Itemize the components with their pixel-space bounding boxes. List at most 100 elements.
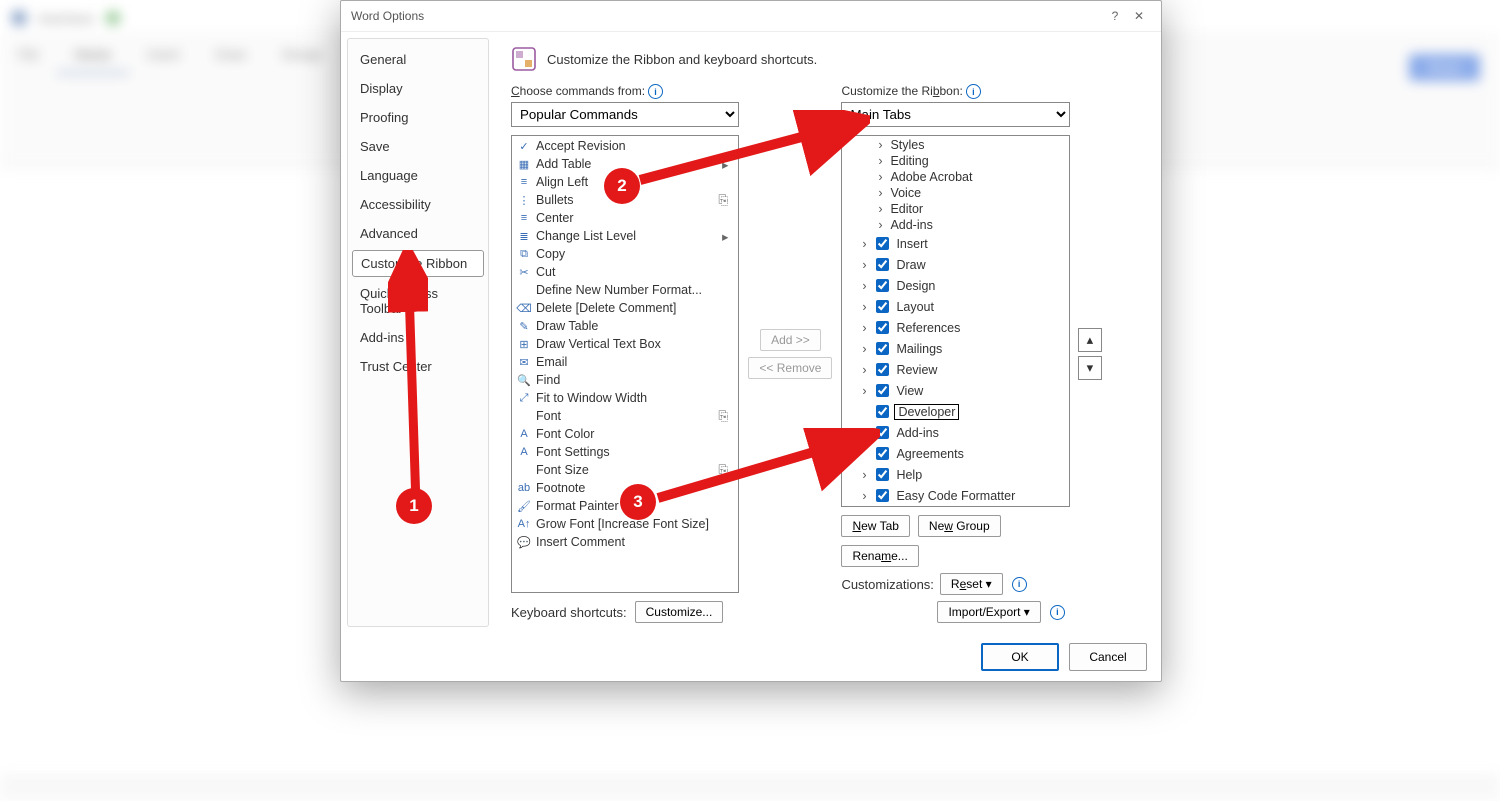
nav-item[interactable]: Language [348,161,488,190]
cancel-button[interactable]: Cancel [1069,643,1147,671]
ribbon-tab-item[interactable]: ›Design [842,275,1068,296]
ribbon-tab-item[interactable]: ›Easy Code Formatter [842,485,1068,506]
expand-icon[interactable]: › [858,342,870,356]
command-item[interactable]: ✉Email [512,353,738,371]
tab-checkbox[interactable] [876,489,889,502]
expand-icon[interactable]: › [874,202,886,216]
command-item[interactable]: ⧉Copy [512,245,738,263]
expand-icon[interactable]: › [858,258,870,272]
rename-button[interactable]: Rename... [841,545,918,567]
command-item[interactable]: ≣Change List Level▸ [512,227,738,245]
nav-item[interactable]: Save [348,132,488,161]
ribbon-tab-item[interactable]: ›References [842,317,1068,338]
info-icon[interactable]: i [966,84,981,99]
expand-icon[interactable]: › [874,138,886,152]
tab-checkbox[interactable] [876,405,889,418]
move-up-button[interactable]: ▴ [1078,328,1102,352]
info-icon[interactable]: i [1050,605,1065,620]
expand-icon[interactable]: › [858,468,870,482]
nav-item[interactable]: Quick Access Toolbar [348,279,488,323]
tab-checkbox[interactable] [876,321,889,334]
tab-checkbox[interactable] [876,384,889,397]
expand-icon[interactable]: › [874,186,886,200]
help-button[interactable]: ? [1103,9,1127,23]
ribbon-tab-item[interactable]: ›View [842,380,1068,401]
customize-keyboard-button[interactable]: Customize... [635,601,724,623]
ribbon-tab-item[interactable]: ›Acrobat [842,506,1068,507]
command-item[interactable]: ✂Cut [512,263,738,281]
command-item[interactable]: Font Size⎘ [512,461,738,479]
ribbon-tab-item[interactable]: Agreements [842,443,1068,464]
expand-icon[interactable]: › [858,237,870,251]
tab-checkbox[interactable] [876,342,889,355]
customize-ribbon-combo[interactable]: Main Tabs [841,102,1069,127]
command-item[interactable]: ⊞Draw Vertical Text Box [512,335,738,353]
ribbon-tab-item[interactable]: ›Draw [842,254,1068,275]
move-down-button[interactable]: ▾ [1078,356,1102,380]
add-button[interactable]: Add >> [760,329,821,351]
nav-item[interactable]: Trust Center [348,352,488,381]
choose-commands-combo[interactable]: Popular Commands [511,102,739,127]
ribbon-tab-item[interactable]: ›Voice [842,185,1068,201]
command-item[interactable]: ⌫Delete [Delete Comment] [512,299,738,317]
ribbon-tab-item[interactable]: Add-ins [842,422,1068,443]
command-item[interactable]: ⤢Fit to Window Width [512,389,738,407]
command-item[interactable]: A↑Grow Font [Increase Font Size] [512,515,738,533]
remove-button[interactable]: << Remove [748,357,832,379]
expand-icon[interactable]: › [858,279,870,293]
ribbon-tab-item[interactable]: ›Help [842,464,1068,485]
expand-icon[interactable]: › [858,363,870,377]
command-item[interactable]: ✓Accept Revision [512,137,738,155]
command-item[interactable]: Define New Number Format... [512,281,738,299]
tab-checkbox[interactable] [876,447,889,460]
command-item[interactable]: 🔍Find [512,371,738,389]
expand-icon[interactable]: › [874,218,886,232]
ribbon-tab-item[interactable]: ›Editor [842,201,1068,217]
nav-item[interactable]: Proofing [348,103,488,132]
command-item[interactable]: ✎Draw Table [512,317,738,335]
nav-item[interactable]: Accessibility [348,190,488,219]
tab-checkbox[interactable] [876,258,889,271]
tab-checkbox[interactable] [876,426,889,439]
ribbon-tabs-tree[interactable]: ›Styles›Editing›Adobe Acrobat›Voice›Edit… [841,135,1069,507]
new-tab-button[interactable]: New Tab [841,515,909,537]
expand-icon[interactable]: › [874,170,886,184]
import-export-button[interactable]: Import/Export ▾ [937,601,1040,623]
expand-icon[interactable]: › [858,321,870,335]
info-icon[interactable]: i [1012,577,1027,592]
tab-checkbox[interactable] [876,468,889,481]
reset-button[interactable]: Reset ▾ [940,573,1003,595]
ribbon-tab-item[interactable]: ›Editing [842,153,1068,169]
ribbon-tab-item[interactable]: ›Mailings [842,338,1068,359]
ribbon-tab-item[interactable]: ›Insert [842,233,1068,254]
ribbon-tab-item[interactable]: ›Review [842,359,1068,380]
command-item[interactable]: AFont Color [512,425,738,443]
ribbon-tab-item[interactable]: ›Adobe Acrobat [842,169,1068,185]
nav-item[interactable]: Advanced [348,219,488,248]
ribbon-tab-item[interactable]: Developer [842,401,1068,422]
ribbon-tab-item[interactable]: ›Add-ins [842,217,1068,233]
new-group-button[interactable]: New Group [918,515,1001,537]
tab-checkbox[interactable] [876,237,889,250]
expand-icon[interactable]: › [858,300,870,314]
command-item[interactable]: AFont Settings [512,443,738,461]
expand-icon[interactable]: › [874,154,886,168]
expand-icon[interactable]: › [858,489,870,503]
nav-item[interactable]: Add-ins [348,323,488,352]
nav-item[interactable]: General [348,45,488,74]
close-button[interactable]: ✕ [1127,9,1151,23]
command-item[interactable]: Font⎘ [512,407,738,425]
tab-checkbox[interactable] [876,300,889,313]
expand-icon[interactable]: › [858,384,870,398]
command-item[interactable]: ≡Center [512,209,738,227]
command-item[interactable]: 💬Insert Comment [512,533,738,551]
ok-button[interactable]: OK [981,643,1059,671]
info-icon[interactable]: i [648,84,663,99]
ribbon-tab-item[interactable]: ›Styles [842,137,1068,153]
tab-checkbox[interactable] [876,279,889,292]
nav-item[interactable]: Customize Ribbon [352,250,484,277]
tab-checkbox[interactable] [876,363,889,376]
nav-item[interactable]: Display [348,74,488,103]
commands-listbox[interactable]: ✓Accept Revision▦Add Table▸≡Align Left⋮B… [511,135,739,593]
ribbon-tab-item[interactable]: ›Layout [842,296,1068,317]
